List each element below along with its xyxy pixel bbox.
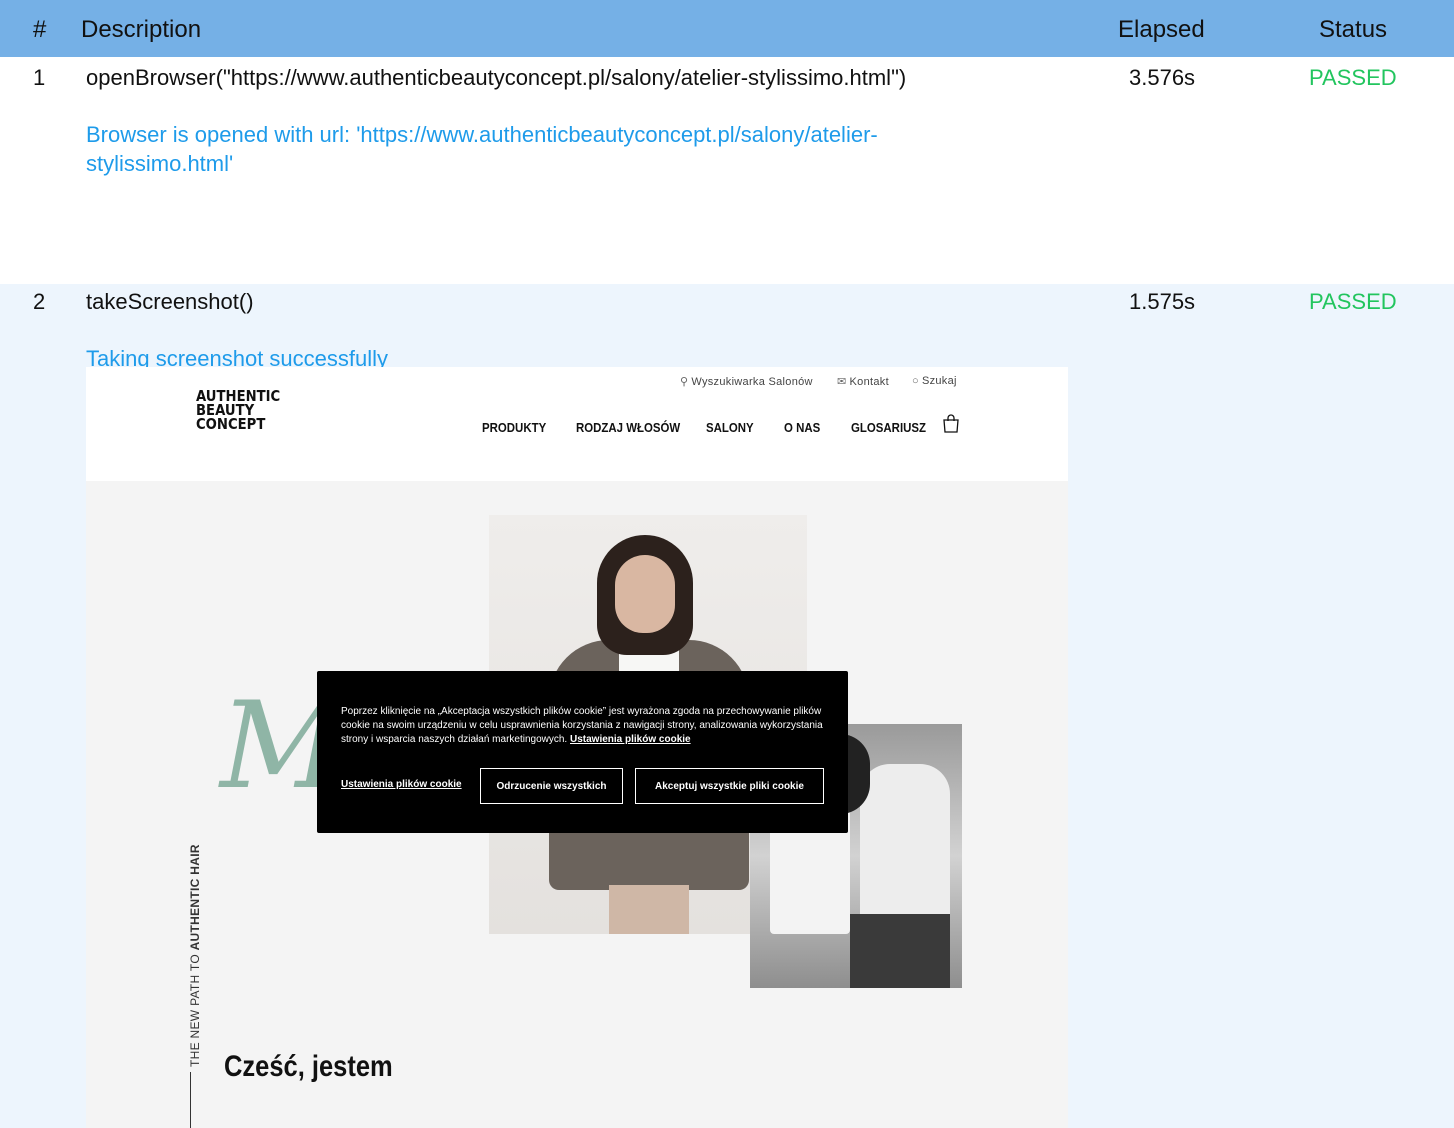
- logo-line: CONCEPT: [196, 415, 266, 433]
- shopping-bag-icon[interactable]: [942, 413, 960, 433]
- tagline-light: THE NEW PATH TO: [188, 950, 202, 1067]
- site-header: AUTHENTIC BEAUTY CONCEPT ⚲ Wyszukiwarka S…: [86, 367, 1068, 481]
- row-status: PASSED: [1309, 289, 1397, 314]
- row-elapsed: 1.575s: [1129, 289, 1196, 314]
- cookie-banner: Poprzez kliknięcie na „Akceptacja wszyst…: [317, 671, 848, 833]
- row-message: Browser is opened with url: 'https://www…: [86, 122, 878, 176]
- embedded-screenshot: AUTHENTIC BEAUTY CONCEPT ⚲ Wyszukiwarka S…: [86, 367, 1068, 1128]
- reject-all-button[interactable]: Odrzucenie wszystkich: [480, 768, 623, 804]
- contact-link[interactable]: ✉ Kontakt: [837, 375, 889, 388]
- vertical-divider: [190, 1072, 191, 1128]
- cookie-settings-button[interactable]: Ustawienia plików cookie: [341, 779, 462, 790]
- nav-item-rodzaj-wlosow[interactable]: RODZAJ WŁOSÓW: [576, 420, 680, 435]
- nav-item-produkty[interactable]: PRODUKTY: [482, 420, 546, 435]
- cookie-text: Poprzez kliknięcie na „Akceptacja wszyst…: [341, 705, 831, 747]
- search-icon: ○: [912, 375, 919, 387]
- header-description: Description: [81, 16, 202, 43]
- utility-label: Kontakt: [849, 376, 889, 388]
- cookie-settings-link[interactable]: Ustawienia plików cookie: [570, 734, 691, 745]
- row-command: openBrowser("https://www.authenticbeauty…: [86, 65, 907, 90]
- row-command: takeScreenshot(): [86, 289, 254, 314]
- table-row: 1 openBrowser("https://www.authenticbeau…: [0, 57, 1454, 284]
- utility-label: Wyszukiwarka Salonów: [691, 376, 813, 388]
- tagline-bold: AUTHENTIC HAIR: [188, 844, 202, 951]
- nav-item-glosariusz[interactable]: GLOSARIUSZ: [851, 420, 926, 435]
- utility-label: Szukaj: [921, 375, 957, 387]
- location-pin-icon: ⚲: [680, 376, 689, 388]
- brand-logo[interactable]: AUTHENTIC BEAUTY CONCEPT: [196, 389, 280, 433]
- row-status: PASSED: [1309, 65, 1397, 90]
- row-elapsed: 3.576s: [1129, 65, 1196, 90]
- vertical-tagline: THE NEW PATH TO AUTHENTIC HAIR: [188, 844, 202, 1067]
- search-link[interactable]: ○ Szukaj: [912, 375, 957, 387]
- accept-all-button[interactable]: Akceptuj wszystkie pliki cookie: [635, 768, 824, 804]
- row-num: 2: [33, 289, 46, 314]
- salon-finder-link[interactable]: ⚲ Wyszukiwarka Salonów: [680, 375, 813, 388]
- report-table-header: # Description Elapsed Status: [0, 0, 1454, 57]
- nav-item-o-nas[interactable]: O NAS: [784, 420, 820, 435]
- nav-item-salony[interactable]: SALONY: [706, 420, 754, 435]
- hello-heading: Cześć, jestem: [224, 1050, 393, 1083]
- header-status: Status: [1319, 16, 1388, 43]
- header-num: #: [33, 16, 47, 43]
- envelope-icon: ✉: [837, 376, 847, 388]
- row-num: 1: [33, 65, 46, 90]
- header-elapsed: Elapsed: [1118, 16, 1205, 43]
